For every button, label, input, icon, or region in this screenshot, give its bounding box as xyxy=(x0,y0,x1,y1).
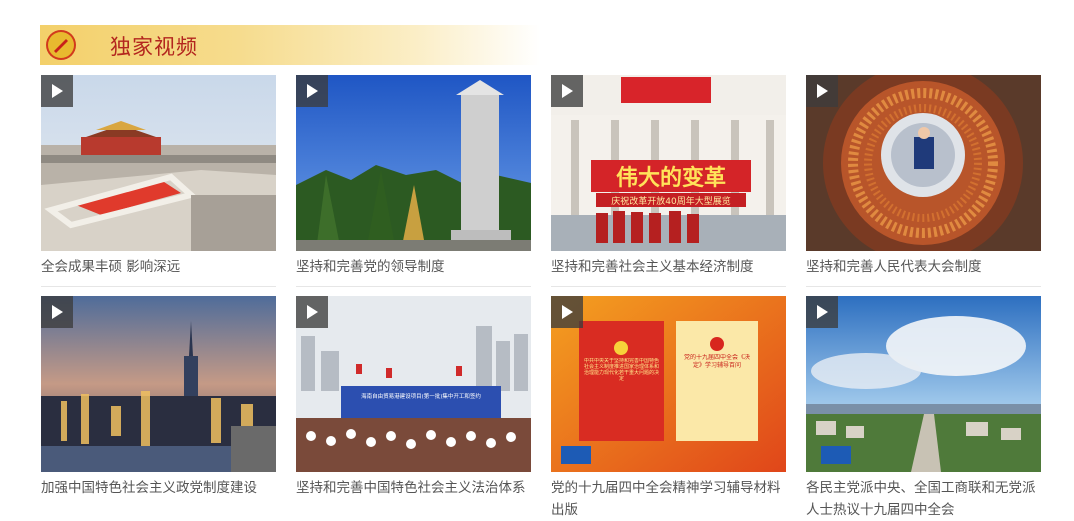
video-caption[interactable]: 坚持和完善党的领导制度 xyxy=(296,256,531,278)
video-thumbnail[interactable] xyxy=(296,75,531,251)
ceremony-board-text: 海南自由贸易港建设项目(第一批)集中开工和签约 xyxy=(361,392,481,400)
video-caption[interactable]: 全会成果丰硕 影响深远 xyxy=(41,256,276,278)
video-caption[interactable]: 坚持和完善社会主义基本经济制度 xyxy=(551,256,786,278)
video-card[interactable]: 全会成果丰硕 影响深远 xyxy=(41,75,276,278)
banner-main-text: 伟大的变革 xyxy=(616,165,726,191)
play-icon[interactable] xyxy=(41,296,73,328)
video-card[interactable]: 各民主党派中央、全国工商联和无党派人士热议十九届四中全会 xyxy=(806,296,1041,521)
play-icon[interactable] xyxy=(551,75,583,107)
row-divider xyxy=(806,286,1041,287)
video-card[interactable]: 加强中国特色社会主义政党制度建设 xyxy=(41,296,276,499)
play-icon[interactable] xyxy=(41,75,73,107)
video-thumbnail[interactable]: 海南自由贸易港建设项目(第一批)集中开工和签约 xyxy=(296,296,531,472)
row-divider xyxy=(551,286,786,287)
video-thumbnail[interactable] xyxy=(806,75,1041,251)
video-caption[interactable]: 加强中国特色社会主义政党制度建设 xyxy=(41,477,276,499)
play-icon[interactable] xyxy=(806,296,838,328)
play-icon[interactable] xyxy=(806,75,838,107)
video-caption[interactable]: 坚持和完善人民代表大会制度 xyxy=(806,256,1041,278)
books-scene-image: 中共中央关于坚持和完善中国特色社会主义制度推进国家治理体系和治理能力现代化若干重… xyxy=(551,296,786,472)
ceremony-scene-image: 海南自由贸易港建设项目(第一批)集中开工和签约 xyxy=(296,296,531,472)
video-caption[interactable]: 坚持和完善中国特色社会主义法治体系 xyxy=(296,477,531,499)
exhibition-scene-image: 伟大的变革 庆祝改革开放40周年大型展览 xyxy=(551,75,786,251)
play-icon[interactable] xyxy=(551,296,583,328)
video-thumbnail[interactable] xyxy=(806,296,1041,472)
book-left-text: 中共中央关于坚持和完善中国特色社会主义制度推进国家治理体系和治理能力现代化若干重… xyxy=(584,358,659,382)
video-card[interactable]: 中共中央关于坚持和完善中国特色社会主义制度推进国家治理体系和治理能力现代化若干重… xyxy=(551,296,786,521)
banner-sub-text: 庆祝改革开放40周年大型展览 xyxy=(611,195,730,207)
party-emblem-icon xyxy=(46,30,76,60)
video-caption[interactable]: 党的十九届四中全会精神学习辅导材料出版 xyxy=(551,477,786,521)
video-thumbnail[interactable] xyxy=(41,296,276,472)
play-icon[interactable] xyxy=(296,296,328,328)
play-icon[interactable] xyxy=(296,75,328,107)
video-thumbnail[interactable] xyxy=(41,75,276,251)
video-thumbnail[interactable]: 中共中央关于坚持和完善中国特色社会主义制度推进国家治理体系和治理能力现代化若干重… xyxy=(551,296,786,472)
book-right-text: 党的十九届四中全会《决定》学习辅导百问 xyxy=(683,354,750,369)
row-divider xyxy=(41,286,276,287)
section-header: 独家视频 xyxy=(40,25,540,65)
video-card[interactable]: 坚持和完善党的领导制度 xyxy=(296,75,531,278)
video-card[interactable]: 海南自由贸易港建设项目(第一批)集中开工和签约 坚持和完善中国特色社会主义法治体… xyxy=(296,296,531,499)
section-title: 独家视频 xyxy=(110,35,198,59)
aerial-city-scene-image xyxy=(806,296,1041,472)
generator-scene-image xyxy=(806,75,1041,251)
video-thumbnail[interactable]: 伟大的变革 庆祝改革开放40周年大型展览 xyxy=(551,75,786,251)
row-divider xyxy=(296,286,531,287)
video-caption[interactable]: 各民主党派中央、全国工商联和无党派人士热议十九届四中全会 xyxy=(806,477,1041,521)
monument-scene-image xyxy=(296,75,531,251)
video-card[interactable]: 伟大的变革 庆祝改革开放40周年大型展览 坚持和完善社会主义基本经济制度 xyxy=(551,75,786,278)
skyline-scene-image xyxy=(41,296,276,472)
parade-scene-image xyxy=(41,75,276,251)
video-card[interactable]: 坚持和完善人民代表大会制度 xyxy=(806,75,1041,278)
